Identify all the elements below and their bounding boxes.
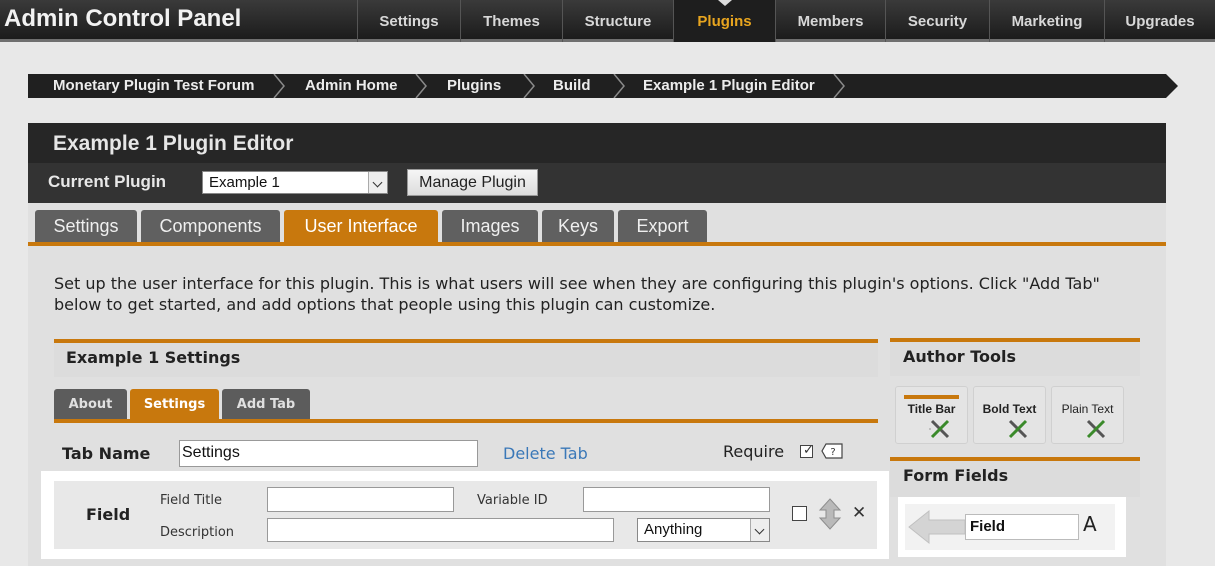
author-tools-header: Author Tools	[890, 338, 1140, 376]
text-type-icon: A	[1083, 512, 1097, 536]
field-required-checkbox[interactable]	[792, 506, 807, 521]
current-plugin-select[interactable]: Example 1	[202, 171, 388, 194]
breadcrumb-item-plugins[interactable]: Plugins	[447, 74, 501, 98]
breadcrumb-separator-icon	[415, 74, 427, 98]
plain-text-tool-label: Plain Text	[1061, 402, 1114, 416]
nav-upgrades[interactable]: Upgrades	[1104, 0, 1215, 42]
tab-name-label: Tab Name	[62, 444, 151, 463]
form-fields-header: Form Fields	[890, 457, 1140, 497]
main-nav: Settings Themes Structure Plugins Member…	[357, 0, 1215, 42]
subtabs-underline	[54, 419, 878, 423]
nav-settings[interactable]: Settings	[357, 0, 460, 42]
field-type-value: Anything	[644, 521, 703, 538]
move-handle-icon[interactable]	[818, 498, 842, 530]
current-plugin-value: Example 1	[209, 174, 280, 191]
manage-plugin-button[interactable]: Manage Plugin	[407, 169, 538, 196]
chevron-down-icon	[368, 172, 387, 193]
field-tool[interactable]: Field A	[905, 504, 1115, 550]
title-bar-tool-label: Title Bar	[907, 402, 956, 416]
field-type-select[interactable]: Anything	[637, 518, 770, 542]
breadcrumb-item-forum[interactable]: Monetary Plugin Test Forum	[53, 74, 254, 98]
variable-id-label: Variable ID	[477, 493, 548, 508]
nav-security[interactable]: Security	[885, 0, 989, 42]
tab-user-interface[interactable]: User Interface	[284, 210, 438, 242]
current-plugin-label: Current Plugin	[48, 172, 167, 191]
active-nav-pointer	[717, 0, 732, 6]
nav-structure[interactable]: Structure	[562, 0, 673, 42]
tab-settings[interactable]: Settings	[35, 210, 137, 242]
checkmark-icon: ✓	[803, 443, 814, 458]
wrench-screwdriver-icon	[1008, 419, 1028, 439]
tab-keys[interactable]: Keys	[542, 210, 614, 242]
bold-text-tool-label: Bold Text	[982, 402, 1037, 416]
breadcrumb-separator-icon	[833, 74, 845, 98]
app-title: Admin Control Panel	[4, 5, 242, 32]
subtab-about[interactable]: About	[54, 389, 127, 419]
chevron-down-icon	[750, 519, 769, 541]
remove-field-icon[interactable]: ✕	[852, 503, 866, 523]
nav-themes[interactable]: Themes	[460, 0, 562, 42]
title-bar-tool[interactable]: Title Bar	[895, 386, 968, 444]
settings-section-header: Example 1 Settings	[54, 339, 878, 377]
drag-arrow-icon	[908, 509, 966, 545]
nav-members[interactable]: Members	[775, 0, 885, 42]
form-fields-title: Form Fields	[903, 466, 1009, 485]
delete-tab-link[interactable]: Delete Tab	[503, 444, 588, 463]
breadcrumb-separator-icon	[523, 74, 535, 98]
settings-section-title: Example 1 Settings	[66, 348, 241, 367]
author-tools-title: Author Tools	[903, 347, 1017, 366]
breadcrumb-separator-icon	[273, 74, 285, 98]
top-bar: Admin Control Panel Settings Themes Stru…	[0, 0, 1215, 42]
require-checkbox[interactable]: ✓	[800, 443, 814, 458]
panel-header: Example 1 Plugin Editor	[28, 123, 1166, 163]
bold-text-tool[interactable]: Bold Text	[973, 386, 1046, 444]
breadcrumb-separator-icon	[613, 74, 625, 98]
nav-plugins-label: Plugins	[697, 12, 752, 30]
tabs-underline	[28, 242, 1166, 246]
settings-subtabs: About Settings Add Tab	[54, 389, 313, 419]
require-label: Require	[723, 442, 785, 461]
breadcrumb-item-editor[interactable]: Example 1 Plugin Editor	[643, 74, 815, 98]
wrench-screwdriver-icon	[929, 419, 950, 439]
nav-marketing[interactable]: Marketing	[989, 0, 1104, 42]
help-tag-icon[interactable]: ?	[821, 443, 843, 459]
editor-tabs: Settings Components User Interface Image…	[35, 210, 711, 242]
nav-plugins[interactable]: Plugins	[673, 0, 775, 42]
subtab-settings[interactable]: Settings	[130, 389, 219, 419]
description-label: Description	[160, 525, 235, 540]
subtab-add-tab[interactable]: Add Tab	[222, 389, 310, 419]
field-row-label: Field	[86, 505, 131, 524]
wrench-screwdriver-icon	[1086, 419, 1106, 439]
field-tool-label: Field	[965, 514, 1079, 540]
field-title-label: Field Title	[160, 493, 222, 508]
plain-text-tool[interactable]: Plain Text	[1051, 386, 1124, 444]
breadcrumb: Monetary Plugin Test Forum Admin Home Pl…	[28, 74, 1178, 98]
intro-text: Set up the user interface for this plugi…	[54, 274, 1100, 314]
tab-images[interactable]: Images	[442, 210, 538, 242]
tab-components[interactable]: Components	[141, 210, 280, 242]
current-plugin-bar: Current Plugin	[28, 163, 1166, 203]
breadcrumb-item-admin-home[interactable]: Admin Home	[305, 74, 398, 98]
svg-text:?: ?	[830, 447, 835, 458]
description-input[interactable]	[267, 518, 614, 542]
tab-name-input[interactable]: Settings	[179, 440, 478, 467]
breadcrumb-item-build[interactable]: Build	[553, 74, 591, 98]
field-title-input[interactable]	[267, 487, 454, 512]
variable-id-input[interactable]	[583, 487, 770, 512]
tab-export[interactable]: Export	[618, 210, 707, 242]
page-title: Example 1 Plugin Editor	[53, 132, 294, 155]
